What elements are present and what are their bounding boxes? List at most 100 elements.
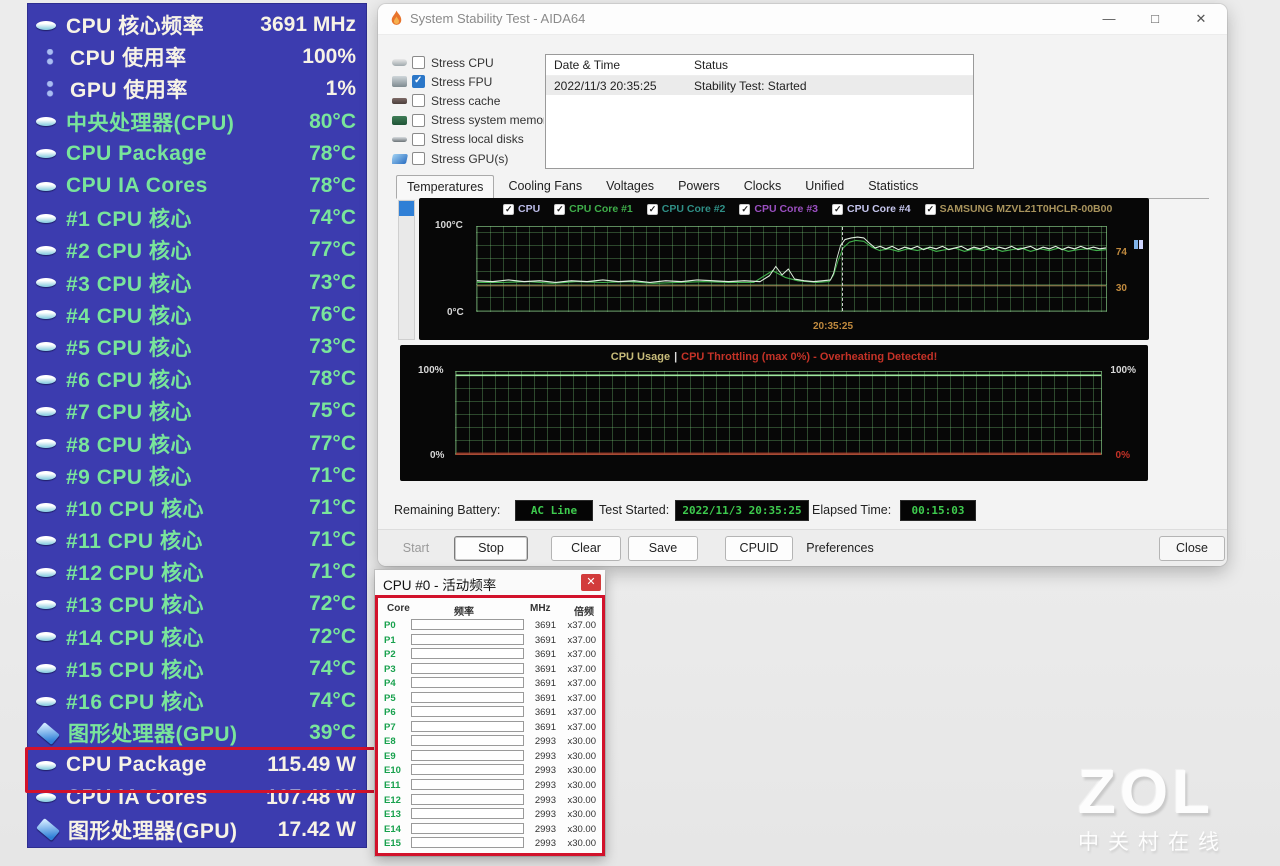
col-frequency: 频率 xyxy=(454,603,474,618)
event-log-listbox[interactable]: Date & Time Status 2022/11/3 20:35:25 St… xyxy=(545,54,974,169)
title-bar[interactable]: System Stability Test - AIDA64 — □ ✕ xyxy=(378,4,1227,35)
col-multiplier: 倍频 xyxy=(574,603,594,618)
legend-checkbox[interactable] xyxy=(925,204,936,215)
sensor-icon xyxy=(36,246,56,255)
usage-chart-title: CPU Usage|CPU Throttling (max 0%) - Over… xyxy=(400,351,1148,363)
sensor-value: 72°C xyxy=(309,592,356,616)
zol-subtext: 中关村在线 xyxy=(1078,826,1228,856)
maximize-button[interactable]: □ xyxy=(1133,4,1177,34)
freq-close-button[interactable]: ✕ xyxy=(581,574,601,591)
core-label: P4 xyxy=(384,678,408,689)
stress-label: Stress GPU(s) xyxy=(431,152,508,166)
sensor-label: #8 CPU 核心 xyxy=(66,429,309,459)
stress-option[interactable]: Stress FPU xyxy=(392,72,544,91)
osd-row: #15 CPU 核心 74°C xyxy=(28,653,366,685)
stress-option[interactable]: Stress GPU(s) xyxy=(392,149,544,168)
usage-y-max-label: 100% xyxy=(418,365,444,376)
osd-row: CPU IA Cores 78°C xyxy=(28,170,366,202)
core-mhz: 2993 xyxy=(518,736,556,747)
sensor-label: CPU Package xyxy=(66,142,309,166)
y-axis-min-label: 0°C xyxy=(447,307,464,318)
core-mhz: 3691 xyxy=(518,649,556,660)
legend-item[interactable]: SAMSUNG MZVL21T0HCLR-00B00 xyxy=(925,203,1113,215)
sensor-value: 74°C xyxy=(309,206,356,230)
core-mhz: 2993 xyxy=(518,795,556,806)
stress-option[interactable]: Stress system memory xyxy=(392,111,544,130)
core-multiplier: x37.00 xyxy=(556,678,596,689)
osd-row: #1 CPU 核心 74°C xyxy=(28,202,366,234)
legend-checkbox[interactable] xyxy=(739,204,750,215)
start-button[interactable]: Start xyxy=(392,536,440,561)
log-row[interactable]: 2022/11/3 20:35:25 Stability Test: Start… xyxy=(546,76,973,95)
legend-checkbox[interactable] xyxy=(647,204,658,215)
core-frequency-row: E9 2993 x30.00 xyxy=(378,749,602,764)
stress-checkbox[interactable] xyxy=(412,133,425,146)
frequency-bar xyxy=(411,706,524,717)
sensor-icon xyxy=(36,471,56,480)
stress-checkbox[interactable] xyxy=(412,75,425,88)
stress-option[interactable]: Stress local disks xyxy=(392,130,544,149)
minimize-button[interactable]: — xyxy=(1087,4,1131,34)
core-label: P1 xyxy=(384,635,408,646)
legend-item[interactable]: CPU Core #4 xyxy=(832,203,911,215)
legend-label: CPU Core #4 xyxy=(847,203,911,215)
legend-item[interactable]: CPU xyxy=(503,203,540,215)
sensor-value: 75°C xyxy=(309,399,356,423)
legend-scrollbar[interactable] xyxy=(398,200,415,340)
stress-checkbox[interactable] xyxy=(412,56,425,69)
osd-row: #7 CPU 核心 75°C xyxy=(28,395,366,427)
legend-checkbox[interactable] xyxy=(503,204,514,215)
tab[interactable]: Temperatures xyxy=(396,175,494,199)
stop-button[interactable]: Stop xyxy=(454,536,528,561)
cpuid-button[interactable]: CPUID xyxy=(725,536,793,561)
stress-option[interactable]: Stress CPU xyxy=(392,53,544,72)
osd-row: #4 CPU 核心 76°C xyxy=(28,299,366,331)
scrollbar-thumb[interactable] xyxy=(399,201,414,216)
legend-checkbox[interactable] xyxy=(554,204,565,215)
core-multiplier: x30.00 xyxy=(556,765,596,776)
close-dialog-button[interactable]: Close xyxy=(1159,536,1225,561)
col-mhz: MHz xyxy=(530,603,551,614)
stress-option[interactable]: Stress cache xyxy=(392,91,544,110)
sensor-value: 72°C xyxy=(309,625,356,649)
tab[interactable]: Voltages xyxy=(596,175,664,198)
sensor-value: 78°C xyxy=(309,174,356,198)
sensor-icon xyxy=(36,149,56,158)
osd-row: #14 CPU 核心 72°C xyxy=(28,621,366,653)
clear-button[interactable]: Clear xyxy=(551,536,621,561)
osd-row: #16 CPU 核心 74°C xyxy=(28,685,366,717)
freq-window-title: CPU #0 - 活动频率 xyxy=(383,574,496,594)
sensor-value: 100% xyxy=(302,45,356,69)
stress-checkbox[interactable] xyxy=(412,94,425,107)
core-frequency-row: E8 2993 x30.00 xyxy=(378,734,602,749)
core-label: E15 xyxy=(384,838,408,849)
tab[interactable]: Cooling Fans xyxy=(498,175,592,198)
tab[interactable]: Clocks xyxy=(734,175,792,198)
usage-title-left: CPU Usage xyxy=(611,351,670,363)
throttle-right-min-label: 0% xyxy=(1116,450,1130,461)
freq-title-bar[interactable]: CPU #0 - 活动频率 ✕ xyxy=(375,570,605,596)
legend-item[interactable]: CPU Core #2 xyxy=(647,203,726,215)
osd-row: #3 CPU 核心 73°C xyxy=(28,267,366,299)
core-multiplier: x30.00 xyxy=(556,780,596,791)
temperature-chart: CPU CPU Core #1 CPU Core #2 CPU Core #3 … xyxy=(419,198,1149,340)
legend-item[interactable]: CPU Core #3 xyxy=(739,203,818,215)
stress-checkbox[interactable] xyxy=(412,152,425,165)
tab[interactable]: Powers xyxy=(668,175,730,198)
core-mhz: 3691 xyxy=(518,664,556,675)
graph-tabs: TemperaturesCooling FansVoltagesPowersCl… xyxy=(396,175,1209,199)
tab[interactable]: Unified xyxy=(795,175,854,198)
close-button[interactable]: ✕ xyxy=(1179,4,1223,34)
sensor-value: 74°C xyxy=(309,657,356,681)
legend-item[interactable]: CPU Core #1 xyxy=(554,203,633,215)
sensor-value: 71°C xyxy=(309,528,356,552)
legend-checkbox[interactable] xyxy=(832,204,843,215)
preferences-button[interactable]: Preferences xyxy=(798,536,882,561)
sensor-label: CPU 核心频率 xyxy=(66,10,260,40)
stress-checkbox[interactable] xyxy=(412,114,425,127)
battery-label: Remaining Battery: xyxy=(394,503,500,517)
save-button[interactable]: Save xyxy=(628,536,698,561)
status-row: Remaining Battery: AC Line Test Started:… xyxy=(378,499,1227,523)
tab[interactable]: Statistics xyxy=(858,175,928,198)
sensor-icon xyxy=(36,182,56,191)
